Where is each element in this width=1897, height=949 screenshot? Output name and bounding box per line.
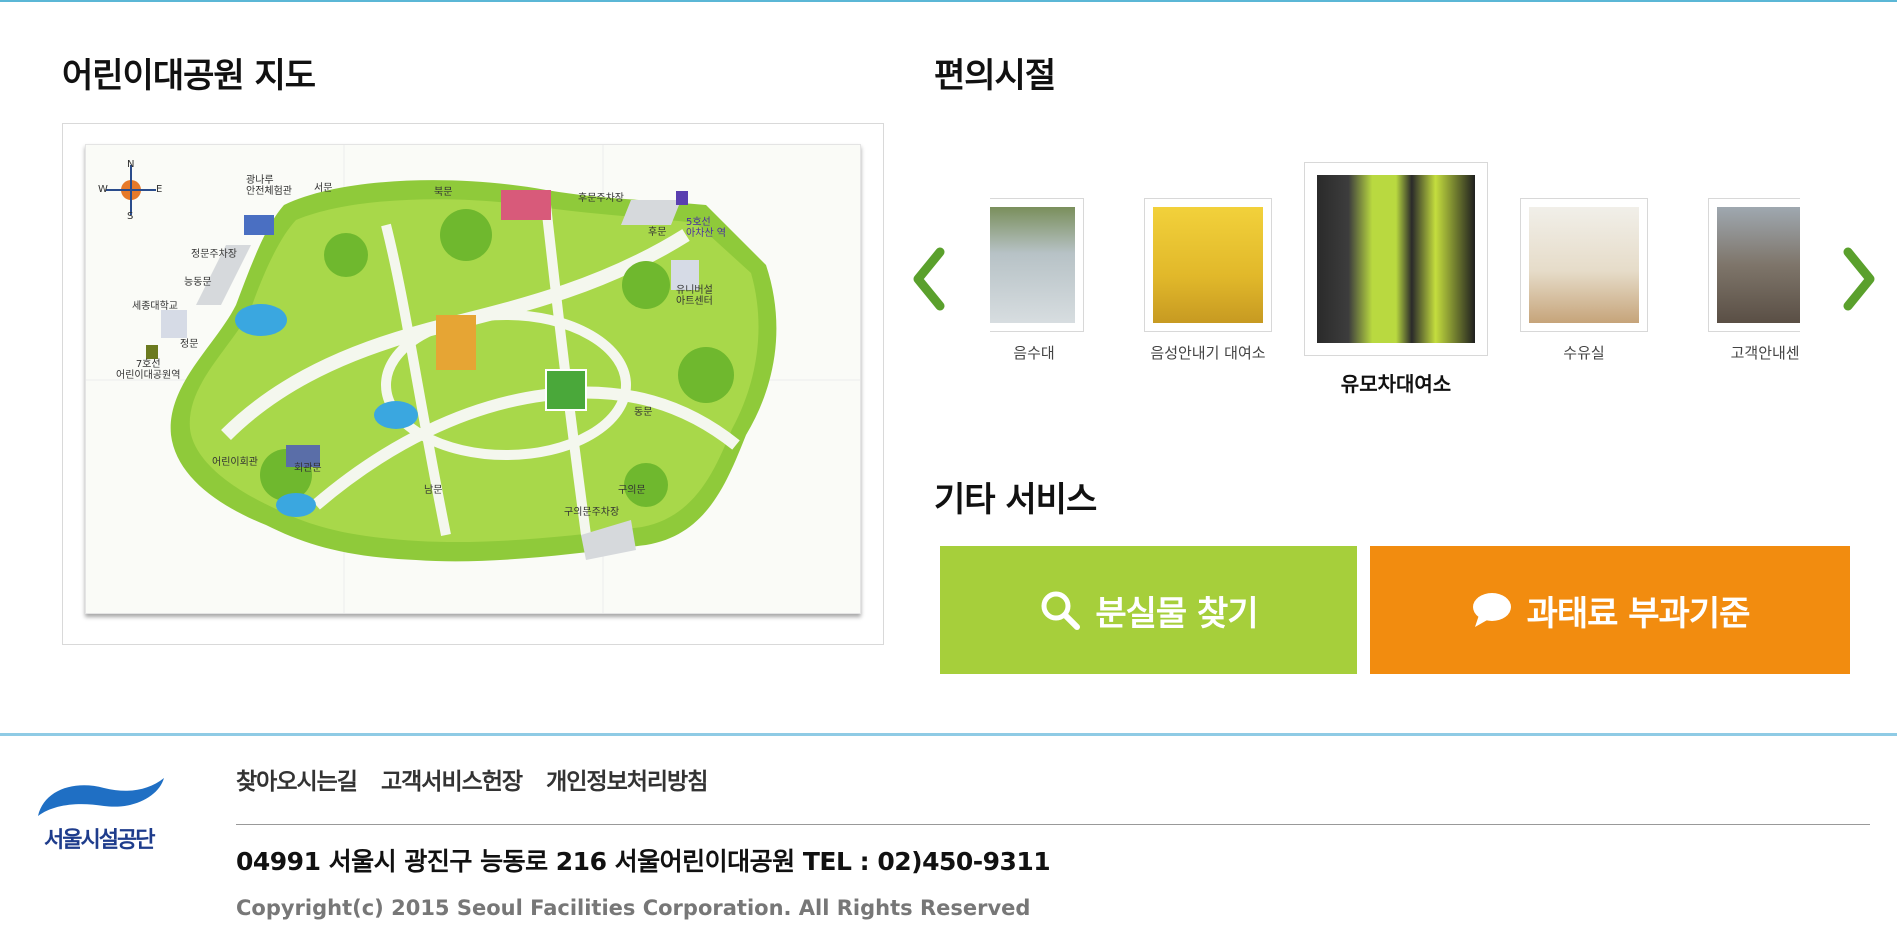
map-label-guui-parking: 구의문주차장 xyxy=(564,507,620,518)
footer-address: 04991 서울시 광진구 능동로 216 서울어린이대공원 TEL : 02)… xyxy=(236,847,1051,876)
facility-thumb-audio-guide xyxy=(1153,207,1263,323)
footer-top-border xyxy=(0,733,1897,736)
top-border xyxy=(0,0,1897,2)
park-map-illustration xyxy=(86,145,860,613)
carousel-next-button[interactable] xyxy=(1838,244,1878,314)
map-label-line5: 5호선 아차산 역 xyxy=(686,217,726,239)
map-section-title: 어린이대공원 지도 xyxy=(62,56,316,96)
facility-thumb-water-fountain xyxy=(990,207,1075,323)
map-label-rear-parking: 후문주차장 xyxy=(578,193,624,204)
map-label-guui-gate: 구의문 xyxy=(618,485,646,496)
map-label-west-gate: 서문 xyxy=(314,183,333,194)
fine-standard-label: 과태료 부과기준 xyxy=(1526,593,1751,634)
chevron-right-icon xyxy=(1843,247,1875,311)
footer-divider xyxy=(236,824,1870,825)
facility-item-stroller-rental[interactable]: 유모차대여소 xyxy=(1304,162,1488,397)
footer-nav: 찾아오시는길 고객서비스헌장 개인정보처리방침 xyxy=(236,762,708,796)
facilities-title: 편의시절 xyxy=(934,56,1056,96)
services-title: 기타 서비스 xyxy=(934,480,1097,520)
map-label-neungdong-gate: 능동문 xyxy=(184,277,212,288)
footer-link-directions[interactable]: 찾아오시는길 xyxy=(236,762,358,796)
park-map-image: N S E W 광나루 안전체험관 서문 북문 후문주차장 후문 5호선 아차산… xyxy=(85,144,861,614)
compass-south: S xyxy=(127,211,134,222)
map-label-line7: 7호선 어린이대공원역 xyxy=(116,359,181,381)
compass-west: W xyxy=(98,184,108,195)
facility-label: 음성안내기 대여소 xyxy=(1150,344,1266,362)
facility-item-audio-guide[interactable]: 음성안내기 대여소 xyxy=(1144,198,1272,363)
lost-and-found-button[interactable]: 분실물 찾기 xyxy=(940,546,1357,674)
facility-label: 유모차대여소 xyxy=(1340,372,1452,396)
park-map-frame[interactable]: N S E W 광나루 안전체험관 서문 북문 후문주차장 후문 5호선 아차산… xyxy=(62,123,884,645)
facility-thumb-nursing-room xyxy=(1529,207,1639,323)
footer-link-privacy-policy[interactable]: 개인정보처리방침 xyxy=(546,762,708,796)
facility-thumb-info-center xyxy=(1717,207,1800,323)
lost-and-found-label: 분실물 찾기 xyxy=(1095,593,1258,634)
facility-item-info-center[interactable]: 고객안내센터 xyxy=(1708,198,1800,363)
map-label-main-gate: 정문 xyxy=(180,339,199,350)
map-label-safety-center: 광나루 안전체험관 xyxy=(246,175,292,197)
compass-east: E xyxy=(156,184,163,195)
chevron-left-icon xyxy=(913,247,945,311)
compass-north: N xyxy=(127,159,135,170)
footer-link-customer-charter[interactable]: 고객서비스헌장 xyxy=(381,762,523,796)
fine-standard-button[interactable]: 과태료 부과기준 xyxy=(1370,546,1850,674)
map-label-north-gate: 북문 xyxy=(434,187,453,198)
map-label-rear-gate: 후문 xyxy=(648,227,667,238)
carousel-prev-button[interactable] xyxy=(910,244,950,314)
facility-item-nursing-room[interactable]: 수유실 xyxy=(1520,198,1648,363)
wave-logo-icon xyxy=(38,778,164,816)
facility-label: 고객안내센터 xyxy=(1730,344,1800,362)
map-label-universal-center: 유니버설 아트센터 xyxy=(676,285,713,307)
facilities-carousel: 음수대 음성안내기 대여소 유모차대여소 수유실 고객안내센터 xyxy=(990,150,1800,400)
map-label-front-parking: 정문주차장 xyxy=(191,249,237,260)
facility-label: 수유실 xyxy=(1563,344,1605,362)
map-label-sejong-univ: 세종대학교 xyxy=(132,301,178,312)
facility-item-water-fountain[interactable]: 음수대 xyxy=(990,198,1084,363)
search-icon xyxy=(1039,589,1081,631)
map-label-hall-gate: 회관문 xyxy=(294,463,322,474)
map-label-south-gate: 남문 xyxy=(424,485,443,496)
logo-text: 서울시설공단 xyxy=(44,828,155,853)
map-label-childrens-hall: 어린이회관 xyxy=(212,457,258,468)
facility-thumb-stroller-rental xyxy=(1317,175,1475,343)
speech-bubble-icon xyxy=(1471,591,1513,629)
map-label-east-gate: 동문 xyxy=(634,407,653,418)
facility-label: 음수대 xyxy=(1013,344,1055,362)
footer-copyright: Copyright(c) 2015 Seoul Facilities Corpo… xyxy=(236,896,1031,920)
